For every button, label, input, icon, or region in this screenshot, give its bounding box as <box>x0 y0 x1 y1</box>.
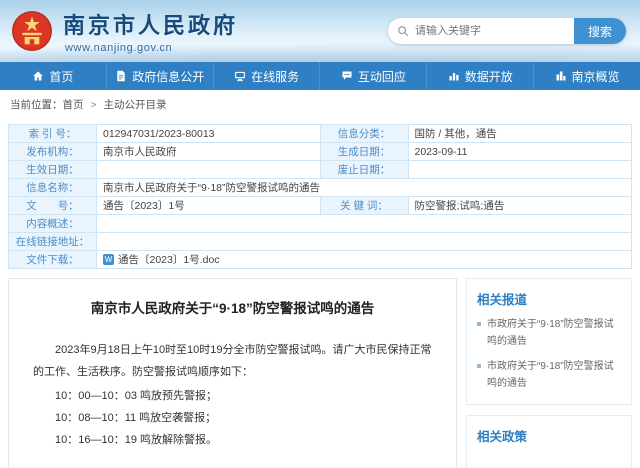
nav-item-label: 互动回应 <box>358 68 406 85</box>
related-report-link[interactable]: 市政府关于“9·18”防空警报试鸣的通告 <box>477 317 621 350</box>
meta-value-index-number: 012947031/2023-80013 <box>97 125 321 143</box>
related-reports-title: 相关报道 <box>477 289 621 308</box>
meta-label: 文 号： <box>9 197 97 215</box>
notice-document: 南京市人民政府关于“9·18”防空警报试鸣的通告 2023年9月18日上午10时… <box>8 278 457 468</box>
nav-item-label: 政府信息公开 <box>132 68 204 85</box>
home-icon <box>32 70 44 82</box>
meta-value-doc-number: 通告〔2023〕1号 <box>97 197 321 215</box>
site-search: 搜索 <box>388 18 626 44</box>
breadcrumb-home-link[interactable]: 首页 <box>63 99 84 111</box>
meta-label: 信息分类： <box>320 125 408 143</box>
nav-item-open-data[interactable]: 数据开放 <box>427 62 534 90</box>
meta-label: 内容概述： <box>9 215 97 233</box>
site-title: 南京市人民政府 <box>63 8 238 40</box>
related-report-text: 市政府关于“9·18”防空警报试鸣的通告 <box>487 317 621 350</box>
doc-file-icon: W <box>103 254 114 265</box>
meta-label: 信息名称： <box>9 179 97 197</box>
meta-label: 发布机构： <box>9 143 97 161</box>
content-area: 南京市人民政府关于“9·18”防空警报试鸣的通告 2023年9月18日上午10时… <box>8 278 632 468</box>
meta-label: 关 键 词： <box>320 197 408 215</box>
meta-label: 生效日期： <box>9 161 97 179</box>
breadcrumb-current: 主动公开目录 <box>103 99 166 111</box>
search-input[interactable] <box>411 25 574 37</box>
siren-schedule: 10：00—10：03 鸣放预先警报； 10：08—10：11 鸣放空袭警报； … <box>33 385 432 451</box>
download-file-link[interactable]: W 通告〔2023〕1号.doc <box>103 252 220 267</box>
online-service-icon <box>234 70 246 82</box>
meta-value-file-download: W 通告〔2023〕1号.doc <box>97 251 632 269</box>
table-row: 生效日期： 废止日期： <box>9 161 632 179</box>
nav-item-label: 首页 <box>49 68 73 85</box>
nav-item-online-service[interactable]: 在线服务 <box>214 62 321 90</box>
download-file-name: 通告〔2023〕1号.doc <box>118 252 220 267</box>
nav-item-interaction[interactable]: 互动回应 <box>320 62 427 90</box>
breadcrumb-prefix: 当前位置： <box>10 99 63 111</box>
schedule-line: 10：16—10：19 鸣放解除警报。 <box>55 429 432 451</box>
meta-value-category: 国防 / 其他，通告 <box>408 125 632 143</box>
site-url: www.nanjing.gov.cn <box>63 42 238 54</box>
related-policies-title: 相关政策 <box>477 426 621 445</box>
related-report-text: 市政府关于“9·18”防空警报试鸣的通告 <box>487 359 621 392</box>
nav-item-label: 数据开放 <box>465 68 513 85</box>
meta-value-issue-date: 2023-09-11 <box>408 143 632 161</box>
meta-value-summary <box>97 215 632 233</box>
schedule-line: 10：08—10：11 鸣放空袭警报； <box>55 407 432 429</box>
bullet-icon <box>477 322 481 326</box>
document-meta-table: 索 引 号： 012947031/2023-80013 信息分类： 国防 / 其… <box>8 124 632 269</box>
meta-value-repeal-date <box>408 161 632 179</box>
breadcrumb: 当前位置：首页 > 主动公开目录 <box>0 90 640 117</box>
related-report-link[interactable]: 市政府关于“9·18”防空警报试鸣的通告 <box>477 359 621 392</box>
table-row: 内容概述： <box>9 215 632 233</box>
notice-title: 南京市人民政府关于“9·18”防空警报试鸣的通告 <box>33 299 432 319</box>
search-button[interactable]: 搜索 <box>574 18 626 44</box>
schedule-line: 10：00—10：03 鸣放预先警报； <box>55 385 432 407</box>
nav-item-info-disclosure[interactable]: 政府信息公开 <box>107 62 214 90</box>
table-row: 信息名称： 南京市人民政府关于“9·18”防空警报试鸣的通告 <box>9 179 632 197</box>
meta-value-info-name: 南京市人民政府关于“9·18”防空警报试鸣的通告 <box>97 179 632 197</box>
meta-label: 文件下载： <box>9 251 97 269</box>
table-row: 文件下载： W 通告〔2023〕1号.doc <box>9 251 632 269</box>
sidebar: 相关报道 市政府关于“9·18”防空警报试鸣的通告 市政府关于“9·18”防空警… <box>466 278 632 468</box>
nav-item-label: 南京概览 <box>572 68 620 85</box>
meta-value-online-link <box>97 233 632 251</box>
nav-item-city-overview[interactable]: 南京概览 <box>534 62 640 90</box>
site-brand-text: 南京市人民政府 www.nanjing.gov.cn <box>63 8 238 54</box>
meta-label: 索 引 号： <box>9 125 97 143</box>
bullet-icon <box>477 364 481 368</box>
meta-value-keywords: 防空警报;试鸣;通告 <box>408 197 632 215</box>
related-reports-box: 相关报道 市政府关于“9·18”防空警报试鸣的通告 市政府关于“9·18”防空警… <box>466 278 632 405</box>
open-data-icon <box>448 70 460 82</box>
table-row: 发布机构： 南京市人民政府 生成日期： 2023-09-11 <box>9 143 632 161</box>
interaction-icon <box>341 70 353 82</box>
nav-item-home[interactable]: 首页 <box>0 62 107 90</box>
table-row: 在线链接地址： <box>9 233 632 251</box>
national-emblem-logo <box>10 9 54 53</box>
meta-label: 生成日期： <box>320 143 408 161</box>
meta-label: 在线链接地址： <box>9 233 97 251</box>
table-row: 索 引 号： 012947031/2023-80013 信息分类： 国防 / 其… <box>9 125 632 143</box>
breadcrumb-separator: > <box>90 99 96 111</box>
site-header: 南京市人民政府 www.nanjing.gov.cn 搜索 <box>0 0 640 62</box>
meta-label: 废止日期： <box>320 161 408 179</box>
related-policies-box: 相关政策 <box>466 415 632 468</box>
search-icon <box>388 25 411 37</box>
info-disclosure-icon <box>115 70 127 82</box>
meta-value-effective-date <box>97 161 321 179</box>
city-overview-icon <box>555 70 567 82</box>
main-nav: 首页 政府信息公开 在线服务 互动回应 数据开放 南京概览 <box>0 62 640 90</box>
nav-item-label: 在线服务 <box>251 68 299 85</box>
meta-value-issuing-agency: 南京市人民政府 <box>97 143 321 161</box>
notice-paragraph: 2023年9月18日上午10时至10时19分全市防空警报试鸣。请广大市民保持正常… <box>33 339 432 383</box>
site-brand: 南京市人民政府 www.nanjing.gov.cn <box>10 8 238 54</box>
table-row: 文 号： 通告〔2023〕1号 关 键 词： 防空警报;试鸣;通告 <box>9 197 632 215</box>
